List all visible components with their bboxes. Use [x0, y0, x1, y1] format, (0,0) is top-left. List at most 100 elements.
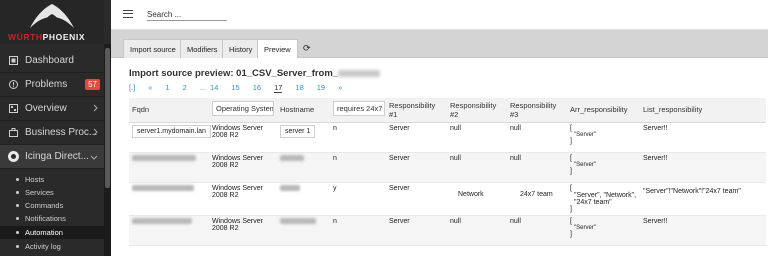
dashboard-icon: [8, 56, 18, 66]
sidebar-subitem-automation[interactable]: Automation: [0, 226, 104, 239]
cell-value: ]: [570, 205, 572, 213]
pager-page[interactable]: 16: [253, 83, 261, 93]
sidebar-item-dashboard[interactable]: Dashboard: [0, 49, 104, 73]
sidebar-item-label: Business Proc...: [25, 127, 98, 138]
cell-value: [: [570, 217, 572, 225]
tab-history[interactable]: History: [222, 39, 260, 58]
sidebar-item-overview[interactable]: Overview: [0, 97, 104, 121]
search-input[interactable]: [147, 8, 227, 21]
sidebar-scrollbar[interactable]: [104, 44, 111, 256]
column-header[interactable]: Fqdn: [129, 98, 209, 123]
cell-responsibility-3: 24x7 team: [507, 182, 567, 216]
cell-responsibility-2: Network: [447, 182, 507, 216]
column-header[interactable]: Responsibility #2: [447, 98, 507, 123]
cell-value: server1.mydomain.lan: [132, 124, 211, 138]
cell-os: Windows Server 2008 R2: [209, 215, 277, 246]
cell-fqdn: server1.mydomain.lan: [129, 122, 211, 153]
cell-requires-24x7: n: [330, 122, 386, 153]
pager-page-selector[interactable]: [.]: [129, 83, 135, 93]
pager-page[interactable]: 2: [183, 83, 187, 93]
pager-page[interactable]: 19: [317, 83, 325, 93]
table-row: Windows Server 2008 R2 n Server null nul…: [129, 152, 766, 183]
pager-current-page: 17: [274, 83, 283, 93]
sidebar-subitem-hosts[interactable]: Hosts: [0, 173, 104, 186]
redacted-text: [280, 217, 316, 224]
pager-page[interactable]: 1: [165, 83, 169, 93]
pager-page[interactable]: 18: [295, 83, 303, 93]
cell-value: ]: [570, 137, 572, 145]
menu-icon[interactable]: [123, 10, 133, 18]
cell-value: [: [570, 184, 572, 192]
cell-responsibility-1: Server: [386, 152, 447, 183]
column-header[interactable]: Operating System: [209, 98, 277, 123]
redacted-text: [280, 154, 304, 161]
sidebar-subitem-label: Activity log: [25, 242, 61, 251]
chevron-right-icon: [93, 128, 98, 139]
pager-next[interactable]: »: [338, 83, 342, 93]
tab-preview[interactable]: Preview: [257, 39, 298, 59]
cell-value: [: [570, 154, 572, 162]
cell-arr-responsibility: ["Server"]: [567, 152, 640, 183]
icinga-logo-icon: [8, 151, 19, 162]
cell-requires-24x7: y: [330, 182, 386, 216]
sidebar-subitem-commands[interactable]: Commands: [0, 199, 104, 212]
sidebar-item-business-process[interactable]: Business Proc...: [0, 121, 104, 145]
table-row: Windows Server 2008 R2 y Server Network …: [129, 182, 766, 216]
cell-hostname: server 1: [277, 122, 330, 153]
column-header[interactable]: Hostname: [277, 98, 330, 123]
sidebar-item-label: Problems: [25, 79, 68, 90]
column-header[interactable]: Responsibility #1: [386, 98, 447, 123]
pager-ellipsis: ...: [199, 83, 207, 92]
bullet-icon: [16, 204, 19, 207]
cell-responsibility-1: Server: [386, 182, 447, 216]
column-header-label: Operating System: [212, 101, 274, 117]
column-header[interactable]: Responsibility #3: [507, 98, 567, 123]
cell-value: "Server", "Network", "24x7 team": [574, 191, 637, 206]
tab-import-source[interactable]: Import source: [123, 39, 183, 58]
redacted-text: [132, 217, 192, 224]
cell-fqdn: [129, 152, 209, 183]
cell-requires-24x7: n: [330, 215, 386, 246]
sidebar-subitem-services[interactable]: Services: [0, 186, 104, 199]
cell-value: 24x7 team: [520, 190, 553, 198]
problems-icon: [8, 80, 18, 90]
tab-modifiers[interactable]: Modifiers: [180, 39, 225, 58]
cell-hostname: [277, 215, 330, 246]
column-header[interactable]: Arr_responsibility: [567, 98, 640, 123]
main-content: Import source preview: 01_CSV_Server_fro…: [111, 58, 768, 256]
top-header: [111, 0, 768, 30]
sidebar-subitem-notifications[interactable]: Notifications: [0, 212, 104, 225]
cell-arr-responsibility: ["Server"]: [567, 215, 640, 246]
redacted-text: [132, 154, 196, 161]
table-header-row: Fqdn Operating System Hostname requires …: [129, 98, 766, 123]
bullet-icon: [16, 217, 19, 220]
column-header-label: requires 24x7: [333, 101, 385, 117]
cell-value: [: [570, 124, 572, 132]
column-header[interactable]: requires 24x7: [330, 98, 386, 123]
sidebar-subitem-activity-log[interactable]: Activity log: [0, 240, 104, 253]
bullet-icon: [16, 191, 19, 194]
pager-prev[interactable]: «: [148, 83, 152, 93]
pager-page[interactable]: 14: [210, 83, 218, 93]
sidebar-subitem-label: Notifications: [25, 214, 66, 223]
brand-logo[interactable]: WÜRTHPHOENIX: [0, 0, 104, 44]
chevron-right-icon: [93, 104, 98, 115]
pager-page[interactable]: 15: [231, 83, 239, 93]
sidebar-item-problems[interactable]: Problems 57: [0, 73, 104, 97]
cell-list-responsibility: "Server"!"Network"!"24x7 team": [640, 182, 766, 216]
cell-value: ]: [570, 167, 572, 175]
cell-arr-responsibility: ["Server"]: [567, 122, 640, 153]
cell-arr-responsibility: ["Server", "Network", "24x7 team"]: [567, 182, 640, 216]
sidebar-subitem-label: Hosts: [25, 175, 45, 184]
cell-responsibility-2: null: [447, 152, 507, 183]
cell-hostname: [277, 152, 330, 183]
sidebar-item-icinga-director[interactable]: Icinga Direct...: [0, 145, 104, 169]
refresh-icon[interactable]: ⟳: [297, 39, 317, 58]
column-header[interactable]: List_responsibility: [640, 98, 766, 123]
sidebar-subitem-label: Automation: [25, 228, 63, 237]
cell-value: server 1: [280, 124, 316, 138]
cell-hostname: [277, 182, 330, 216]
redacted-text: [132, 184, 194, 191]
scrollbar-thumb[interactable]: [105, 48, 110, 188]
phoenix-logo-icon: [30, 4, 74, 28]
